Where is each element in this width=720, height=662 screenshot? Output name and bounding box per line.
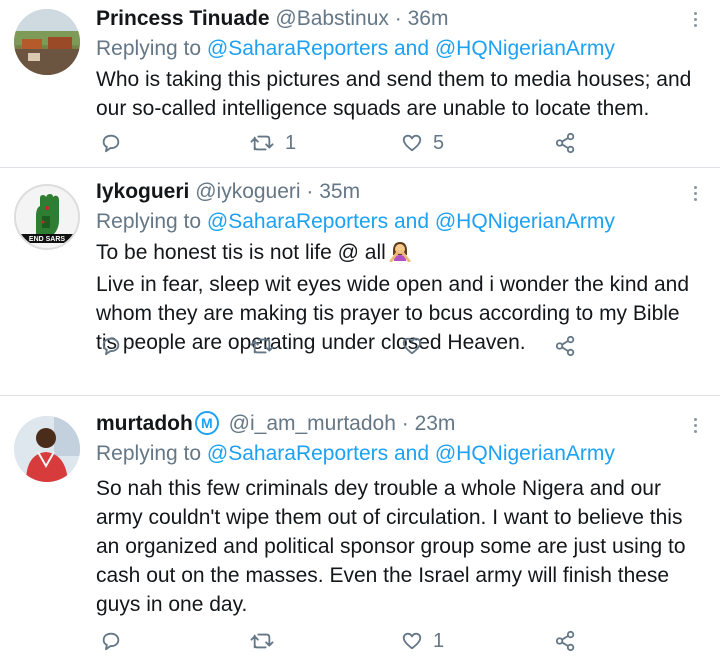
retweet-icon	[250, 633, 274, 649]
replying-to-link[interactable]: @SaharaReporters and @HQNigerianArmy	[207, 210, 615, 233]
reply-icon	[102, 337, 120, 356]
retweet-button[interactable]: 1	[249, 128, 296, 158]
reply-icon	[102, 134, 120, 153]
reply-icon	[102, 632, 120, 651]
tweet-text-line: cash out on the masses. Even the Israel …	[96, 564, 670, 587]
tweet-text-line: army couldn't wipe them out of circulati…	[96, 506, 683, 529]
avatar-image	[14, 416, 80, 482]
like-button[interactable]: 1	[401, 626, 444, 656]
retweet-button[interactable]	[249, 331, 285, 361]
display-name[interactable]: Princess Tinuade	[96, 7, 270, 30]
tweet-actions: 1	[96, 626, 720, 656]
tweet-header: murtadoh M @i_am_murtadoh · 23m	[96, 410, 696, 438]
tweet-text-line: an organized and political sponsor group…	[96, 535, 686, 558]
tweet-text-line: whom they are making tis prayer to bcus …	[96, 302, 680, 325]
share-icon	[555, 132, 575, 154]
tweet-text-line: Live in fear, sleep wit eyes wide open a…	[96, 273, 690, 296]
tweet-text-line: guys in one day.	[96, 593, 248, 616]
display-name[interactable]: Iykogueri	[96, 180, 189, 203]
tweet-actions: 1 5	[96, 128, 720, 158]
tweet-text: Who is taking this pictures and send the…	[96, 65, 696, 123]
tweet-actions	[96, 331, 720, 361]
more-options-icon[interactable]	[694, 418, 698, 434]
timestamp[interactable]: · 35m	[306, 180, 360, 203]
replying-to-link[interactable]: @SaharaReporters and @HQNigerianArmy	[207, 442, 615, 465]
avatar[interactable]: END SARS	[14, 184, 80, 250]
timestamp[interactable]: · 23m	[402, 412, 456, 435]
share-icon	[555, 630, 575, 652]
more-options-icon[interactable]	[694, 12, 698, 28]
share-button[interactable]	[554, 331, 578, 361]
tweet-card[interactable]: Princess Tinuade @Babstinux · 36m Replyi…	[0, 0, 720, 168]
retweet-button[interactable]	[249, 626, 285, 656]
tweet-header: Iykogueri @iykogueri · 35m	[96, 178, 696, 206]
avatar-caption: END SARS	[29, 236, 66, 243]
timestamp[interactable]: · 36m	[395, 7, 449, 30]
tweet-content: Princess Tinuade @Babstinux · 36m Replyi…	[96, 5, 696, 123]
display-name[interactable]: murtadoh	[96, 412, 193, 435]
retweet-icon	[250, 338, 274, 354]
replying-to: Replying to @SaharaReporters and @HQNige…	[96, 34, 696, 63]
retweet-count: 1	[285, 131, 297, 154]
user-handle[interactable]: @Babstinux	[275, 7, 389, 30]
replying-to: Replying to @SaharaReporters and @HQNige…	[96, 439, 696, 468]
reply-button[interactable]	[100, 331, 122, 361]
replying-to-label: Replying to	[96, 442, 202, 465]
like-icon	[402, 337, 422, 355]
replying-to-label: Replying to	[96, 210, 202, 233]
tweet-content: murtadoh M @i_am_murtadoh · 23m Replying …	[96, 410, 696, 619]
tweet-card[interactable]: murtadoh M @i_am_murtadoh · 23m Replying …	[0, 396, 720, 662]
share-button[interactable]	[554, 626, 578, 656]
like-button[interactable]	[401, 331, 433, 361]
share-icon	[555, 335, 575, 357]
like-icon	[402, 134, 422, 152]
tweet-card[interactable]: END SARS Iykogueri @iykogueri · 35m Repl…	[0, 168, 720, 396]
tweet-text-line: To be honest tis is not life @ all	[96, 238, 696, 270]
tweet-text-line: our so-called intelligence squads are un…	[96, 97, 650, 120]
reply-button[interactable]	[100, 626, 122, 656]
woman-gesturing-no-emoji	[388, 238, 412, 270]
more-options-icon[interactable]	[694, 186, 698, 202]
avatar-image: END SARS	[16, 186, 78, 248]
tweet-text: So nah this few criminals dey trouble a …	[96, 474, 696, 619]
tweet-header: Princess Tinuade @Babstinux · 36m	[96, 5, 696, 33]
avatar[interactable]	[14, 9, 80, 75]
like-count: 1	[433, 629, 445, 652]
reply-button[interactable]	[100, 128, 122, 158]
tweet-text-fragment: To be honest tis is not life @ all	[96, 241, 386, 264]
tweet-text-line: Who is taking this pictures and send the…	[96, 68, 692, 91]
avatar-image	[14, 9, 80, 75]
share-button[interactable]	[554, 128, 578, 158]
tweet-text-line: So nah this few criminals dey trouble a …	[96, 477, 661, 500]
name-badge: M	[194, 411, 219, 435]
retweet-icon	[250, 135, 274, 151]
avatar[interactable]	[14, 416, 80, 482]
like-button[interactable]: 5	[401, 128, 444, 158]
replying-to-link[interactable]: @SaharaReporters and @HQNigerianArmy	[207, 37, 615, 60]
user-handle[interactable]: @iykogueri	[195, 180, 300, 203]
like-count: 5	[433, 131, 445, 154]
replying-to: Replying to @SaharaReporters and @HQNige…	[96, 207, 696, 236]
user-handle[interactable]: @i_am_murtadoh	[229, 412, 396, 435]
replying-to-label: Replying to	[96, 37, 202, 60]
like-icon	[402, 632, 422, 650]
